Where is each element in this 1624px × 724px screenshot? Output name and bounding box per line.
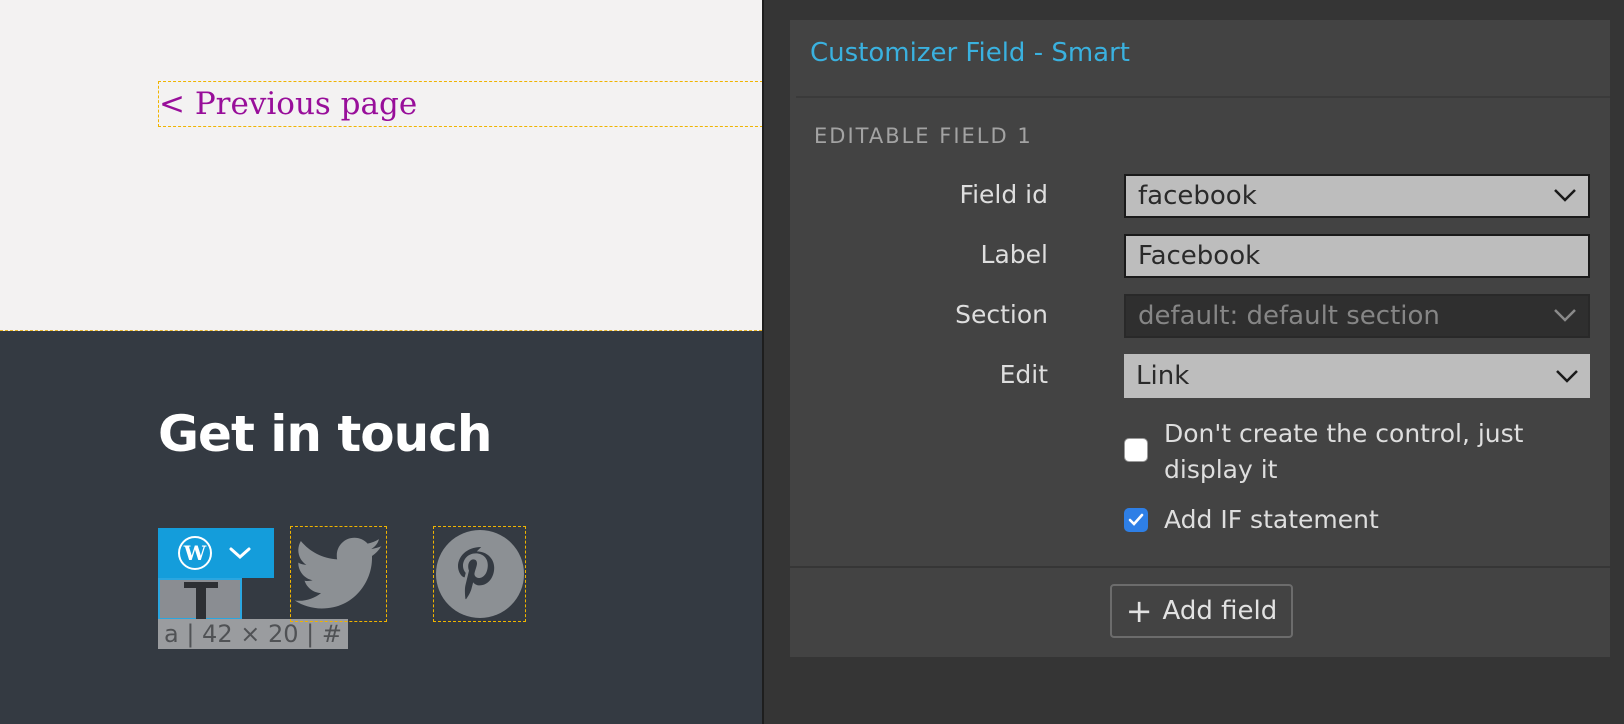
- field-id-label: Field id: [959, 180, 1048, 209]
- page-canvas: < Previous page Get in touch W a | 42 × …: [0, 0, 768, 724]
- checkmark-icon: [1128, 513, 1144, 526]
- divider: [796, 96, 1610, 98]
- chevron-down-icon[interactable]: [228, 545, 252, 561]
- content-area: < Previous page: [0, 0, 768, 331]
- plus-icon: +: [1125, 592, 1153, 630]
- twitter-icon: [294, 537, 382, 609]
- previous-page-link[interactable]: < Previous page: [158, 81, 768, 127]
- section-heading: EDITABLE FIELD 1: [814, 124, 1033, 148]
- edit-select[interactable]: Link: [1124, 354, 1590, 398]
- section-select[interactable]: default: default section: [1124, 294, 1590, 338]
- label-value: Facebook: [1138, 241, 1261, 271]
- twitter-link[interactable]: [290, 526, 387, 622]
- pinterest-link[interactable]: [433, 526, 526, 622]
- chevron-down-icon: [1556, 370, 1578, 383]
- add-field-button[interactable]: + Add field: [1110, 584, 1293, 638]
- chevron-down-icon: [1554, 189, 1576, 202]
- panel-title: Customizer Field - Smart: [810, 38, 1130, 68]
- label-input[interactable]: Facebook: [1124, 234, 1590, 278]
- if-statement-label[interactable]: Add IF statement: [1164, 502, 1584, 538]
- selection-info-label: a | 42 × 20 | #: [158, 619, 348, 649]
- text-cursor-icon: [184, 582, 218, 620]
- edit-label: Edit: [999, 360, 1048, 389]
- divider: [790, 566, 1610, 568]
- field-id-select[interactable]: facebook: [1124, 174, 1590, 218]
- selected-link-element[interactable]: [158, 578, 242, 620]
- display-only-label[interactable]: Don't create the control, just display i…: [1164, 416, 1584, 488]
- edit-value: Link: [1136, 361, 1190, 391]
- customizer-field-panel: Customizer Field - Smart EDITABLE FIELD …: [790, 20, 1610, 657]
- section-value: default: default section: [1138, 301, 1440, 331]
- pinterest-icon: [435, 530, 524, 618]
- add-field-label: Add field: [1162, 596, 1278, 626]
- label-label: Label: [980, 240, 1048, 269]
- field-id-value: facebook: [1138, 181, 1257, 211]
- if-statement-checkbox[interactable]: [1124, 508, 1148, 532]
- element-toolbar[interactable]: W: [158, 528, 274, 578]
- footer-title[interactable]: Get in touch: [158, 405, 492, 463]
- wordpress-icon[interactable]: W: [178, 536, 212, 570]
- chevron-down-icon: [1554, 309, 1576, 322]
- section-label: Section: [955, 300, 1048, 329]
- display-only-checkbox[interactable]: [1124, 438, 1148, 462]
